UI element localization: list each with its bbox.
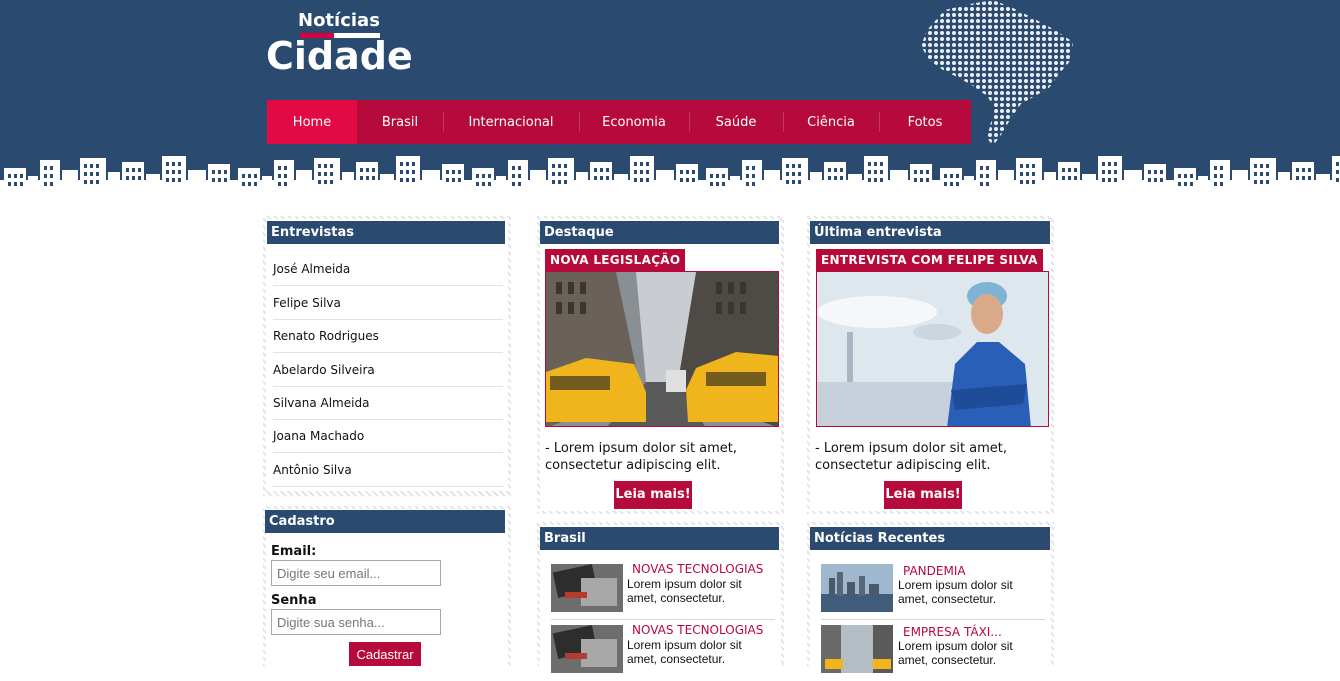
senha-label: Senha — [271, 593, 317, 608]
email-label: Email: — [271, 544, 317, 559]
news-text: Lorem ipsum dolor sit amet, consectetur. — [627, 638, 742, 666]
list-item[interactable]: NOVAS TECNOLOGIAS Lorem ipsum dolor sit … — [551, 560, 775, 620]
ultima-entrevista-photo[interactable] — [816, 271, 1049, 427]
list-item[interactable]: Silvana Almeida — [273, 387, 503, 420]
nav-item-home[interactable]: Home — [267, 100, 357, 144]
destaque-photo[interactable] — [545, 271, 779, 427]
news-text: Lorem ipsum dolor sit amet, consectetur. — [898, 639, 1013, 667]
destaque-tag: NOVA LEGISLAÇÃO — [545, 249, 686, 271]
leia-mais-button[interactable]: Leia mais! — [884, 481, 962, 509]
logo-top-text: Notícias — [298, 10, 380, 31]
tech-thumbnail — [551, 564, 623, 612]
site-logo[interactable]: Notícias Cidade — [266, 10, 416, 80]
entrevistas-panel: Entrevistas José Almeida Felipe Silva Re… — [263, 216, 511, 496]
nav-item-ciencia[interactable]: Ciência — [783, 100, 879, 144]
tech-thumbnail — [551, 625, 623, 673]
city-skyline-icon — [0, 150, 1340, 200]
nav-item-fotos[interactable]: Fotos — [879, 100, 971, 144]
email-field[interactable] — [271, 560, 441, 586]
password-field[interactable] — [271, 609, 441, 635]
news-title[interactable]: EMPRESA TÁXI... — [903, 625, 1002, 639]
main-nav: Home Brasil Internacional Economia Saúde… — [267, 100, 971, 144]
list-item[interactable]: Renato Rodrigues — [273, 320, 503, 353]
taxi-thumbnail — [821, 625, 893, 673]
ultima-entrevista-title: Última entrevista — [810, 221, 1050, 244]
logo-main-text: Cidade — [266, 34, 413, 78]
destaque-panel: Destaque NOVA LEGISLAÇÃO - Lorem ipsum d… — [537, 216, 784, 514]
nav-item-brasil[interactable]: Brasil — [357, 100, 443, 144]
entrevistas-title: Entrevistas — [267, 221, 505, 244]
news-title[interactable]: NOVAS TECNOLOGIAS — [632, 562, 763, 576]
noticias-recentes-panel: Notícias Recentes PANDEMIA Lorem ipsum d… — [807, 522, 1054, 673]
news-title[interactable]: PANDEMIA — [903, 564, 966, 578]
nav-item-internacional[interactable]: Internacional — [443, 100, 579, 144]
leia-mais-button[interactable]: Leia mais! — [614, 481, 692, 509]
cadastro-title: Cadastro — [265, 510, 505, 533]
ultima-entrevista-panel: Última entrevista ENTREVISTA COM FELIPE … — [807, 216, 1054, 514]
ultima-entrevista-desc: - Lorem ipsum dolor sit amet, consectetu… — [815, 441, 1008, 473]
list-item[interactable]: EMPRESA TÁXI... Lorem ipsum dolor sit am… — [821, 621, 1045, 681]
ultima-entrevista-tag: ENTREVISTA COM FELIPE SILVA — [816, 249, 1043, 271]
nav-item-saude[interactable]: Saúde — [689, 100, 783, 144]
brasil-title: Brasil — [540, 527, 779, 550]
doctor-image — [817, 272, 1048, 426]
cadastrar-button[interactable]: Cadastrar — [349, 642, 421, 666]
list-item[interactable]: Abelardo Silveira — [273, 354, 503, 387]
news-text: Lorem ipsum dolor sit amet, consectetur. — [627, 577, 742, 605]
city-street-image — [546, 272, 778, 426]
skyline-thumbnail — [821, 564, 893, 612]
brasil-panel: Brasil NOVAS TECNOLOGIAS Lorem ipsum dol… — [537, 522, 784, 673]
news-text: Lorem ipsum dolor sit amet, consectetur. — [898, 578, 1013, 606]
cadastro-panel: Cadastro Email: Senha Cadastrar — [263, 506, 511, 666]
list-item[interactable]: PANDEMIA Lorem ipsum dolor sit amet, con… — [821, 560, 1045, 620]
list-item[interactable]: Felipe Silva — [273, 287, 503, 320]
nav-item-economia[interactable]: Economia — [579, 100, 689, 144]
noticias-recentes-title: Notícias Recentes — [810, 527, 1050, 550]
list-item[interactable]: NOVAS TECNOLOGIAS Lorem ipsum dolor sit … — [551, 621, 775, 681]
site-header: Notícias Cidade Home Brasil Internaciona… — [0, 0, 1340, 200]
destaque-desc: - Lorem ipsum dolor sit amet, consectetu… — [545, 441, 738, 473]
list-item[interactable]: José Almeida — [273, 253, 503, 286]
destaque-title: Destaque — [540, 221, 779, 244]
list-item[interactable]: Joana Machado — [273, 420, 503, 453]
news-title[interactable]: NOVAS TECNOLOGIAS — [632, 623, 763, 637]
list-item[interactable]: Antônio Silva — [273, 454, 503, 487]
